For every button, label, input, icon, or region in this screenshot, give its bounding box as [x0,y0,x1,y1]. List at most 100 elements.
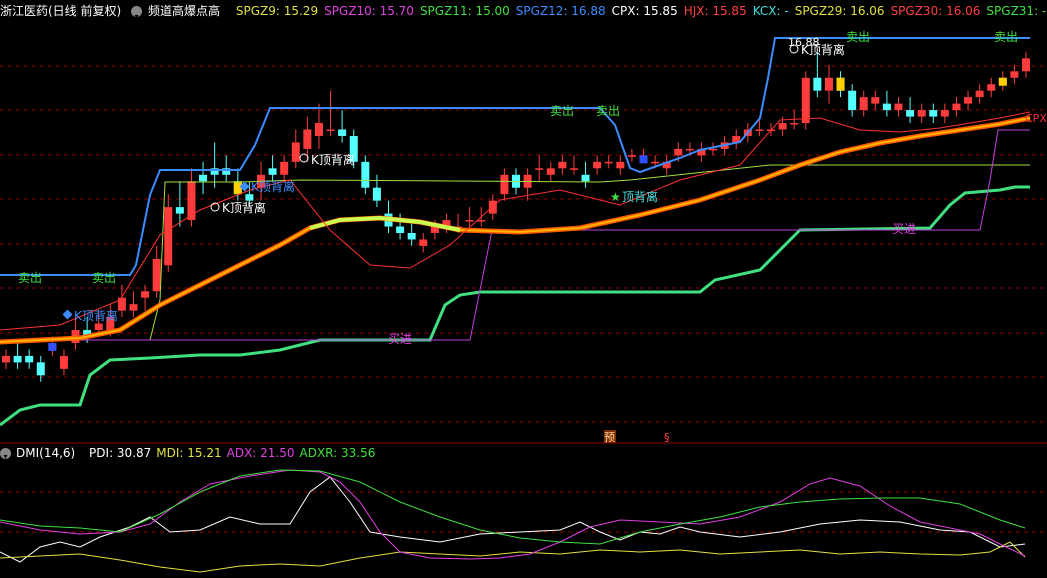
dmi-readout-0: PDI: 30.87 [89,446,152,460]
highlight-candle [836,77,845,91]
dmi-readout-1: MDI: 15.21 [156,446,222,460]
candle-body [801,77,810,124]
candle-body [25,355,34,363]
candle-body [546,168,555,175]
candle-body [13,355,22,363]
candle-body [187,181,196,221]
candle-body [558,161,567,169]
sell-label: 卖出 [92,271,116,285]
sell-label: 卖出 [550,104,574,118]
adx-line [0,469,1026,560]
marker-s: § [664,431,670,444]
buy-label: 买进 [892,222,916,236]
candle-body [372,187,381,201]
star-icon: ★ [610,190,621,204]
candles [2,51,1030,382]
dmi-selector[interactable]: ▾ DMI(14,6) [0,444,80,462]
candle-body [164,207,173,266]
candle-body [500,174,509,195]
candle-body [987,84,996,91]
candle-body [709,148,718,151]
candle-body [975,90,984,98]
candle-body [36,362,45,376]
candle-body [569,168,578,170]
dmi-header: ▾ DMI(14,6) PDI: 30.87 MDI: 15.21 ADX: 21.5… [0,444,1047,462]
candle-body [604,161,613,164]
candle-body [929,110,938,117]
highlight-candle [998,77,1007,86]
candle-body [593,161,602,169]
divergence-label: K顶背离 [311,152,355,167]
buy-label: 买进 [388,332,412,346]
pdi-line [0,476,1026,563]
candle-body [940,110,949,117]
high-value-label: 16.88 [788,36,820,49]
candle-body [778,123,787,130]
candle-body [303,129,312,149]
candle-body [477,220,486,222]
adxr-line [0,469,1026,545]
marker-yu: 预 [604,431,615,444]
sell-label: 卖出 [846,30,870,44]
candle-body [674,148,683,156]
candle-body [581,174,590,182]
candle-body [906,110,915,117]
candle-body [964,97,973,104]
highlight-candle [639,155,648,164]
candle-body [1022,58,1030,72]
channel-mid-line [0,164,1030,341]
dmi-readout-2: ADX: 21.50 [226,446,295,460]
channel-upper-line [0,37,1030,276]
candle-body [94,323,103,331]
chevron-down-icon[interactable]: ▾ [0,448,11,461]
candle-body [338,129,347,136]
candle-body [790,123,799,125]
candle-body [535,168,544,170]
dmi-readout-3: ADXR: 33.56 [299,446,376,460]
candle-body [419,239,428,246]
candle-body [141,291,150,298]
main-chart[interactable]: 卖出 卖出卖出 卖出卖出 卖出买进买进K顶背离K顶背离K顶背离K顶背离K顶背离★ 顶背离… [0,0,1047,444]
candle-body [627,155,636,157]
dmi-title: DMI(14,6) [16,446,76,460]
candle-body [291,142,300,162]
candle-body [859,97,868,111]
candle-body [407,233,416,240]
candle-body [848,90,857,111]
diamond-icon [62,309,73,320]
divergence-label: K顶背离 [251,179,295,194]
dmi-chart[interactable] [0,462,1047,578]
cpx-tag: CPX [1025,112,1047,125]
candle-body [871,97,880,104]
candle-body [755,129,764,131]
sell-label: 卖出 [596,104,620,118]
candle-body [894,103,903,111]
candle-body [813,77,822,91]
divergence-label: K顶背离 [222,200,266,215]
candle-body [152,258,161,292]
candle-body [361,161,370,188]
candle-body [199,174,208,182]
candle-body [465,220,474,222]
candle-body [129,304,138,311]
highlight-candle [48,342,57,351]
sell-label: 卖出 [994,30,1018,44]
candle-body [326,129,335,131]
mdi-line [0,541,1026,573]
candle-body [175,207,184,214]
candle-body [882,103,891,111]
candle-body [824,77,833,91]
candle-body [396,226,405,233]
candle-body [245,194,254,201]
dmi-readouts: PDI: 30.87 MDI: 15.21 ADX: 21.50 ADXR: 33.5… [89,444,380,462]
candle-body [117,297,126,311]
candle-body [268,168,277,175]
candle-body [952,103,961,111]
highlight-candle [233,181,242,195]
candle-body [1010,71,1019,78]
divergence-label: K顶背离 [74,308,118,323]
divergence-label: 顶背离 [622,189,658,204]
candle-body [685,148,694,151]
sell-label: 卖出 [18,271,42,285]
candle-body [59,355,68,369]
